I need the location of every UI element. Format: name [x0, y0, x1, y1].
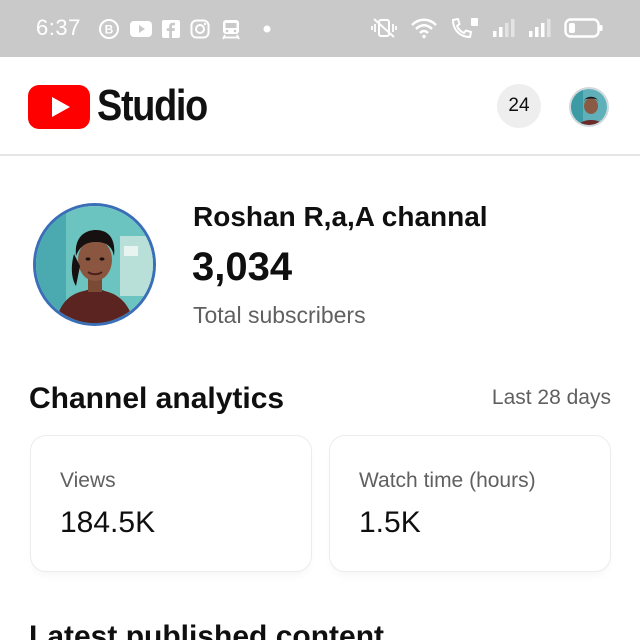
views-card[interactable]: Views 184.5K [30, 435, 312, 572]
notifications-button[interactable]: 24 [497, 84, 541, 128]
latest-content-title: Latest published content [29, 620, 385, 640]
dot-icon [263, 25, 271, 33]
train-icon [222, 20, 240, 40]
watch-time-label: Watch time (hours) [359, 469, 536, 492]
battery-icon [564, 18, 603, 38]
channel-avatar[interactable] [33, 203, 156, 326]
views-label: Views [60, 469, 116, 492]
account-avatar[interactable] [569, 87, 609, 127]
views-value: 184.5K [60, 506, 156, 539]
studio-logo-text: Studio [97, 81, 208, 130]
status-bar: 6:37 B [0, 0, 640, 57]
svg-text:B: B [105, 23, 114, 37]
wifi-icon [411, 18, 437, 39]
volte-call-icon [451, 17, 478, 39]
status-system-icons [370, 15, 604, 41]
status-time: 6:37 [36, 15, 81, 40]
status-notification-icons: B [98, 17, 272, 41]
b-circle-icon: B [99, 19, 119, 39]
instagram-icon [190, 19, 210, 39]
subscriber-count: 3,034 [192, 245, 293, 289]
vibrate-off-icon [371, 18, 397, 38]
channel-avatar-image [36, 206, 153, 323]
youtube-logo-icon[interactable] [28, 85, 90, 129]
analytics-date-range: Last 28 days [491, 386, 611, 409]
watch-time-value: 1.5K [359, 506, 421, 539]
app-header: Studio 24 [0, 57, 640, 156]
facebook-icon [162, 20, 180, 38]
signal-icon [529, 19, 551, 37]
subscriber-count-label: Total subscribers [193, 302, 366, 328]
account-avatar-image [571, 89, 607, 125]
watch-time-card[interactable]: Watch time (hours) 1.5K [329, 435, 611, 572]
signal-icon [493, 19, 515, 37]
youtube-icon [130, 21, 152, 37]
channel-analytics-title: Channel analytics [29, 382, 285, 415]
channel-name: Roshan R,a,A channal [193, 201, 488, 232]
